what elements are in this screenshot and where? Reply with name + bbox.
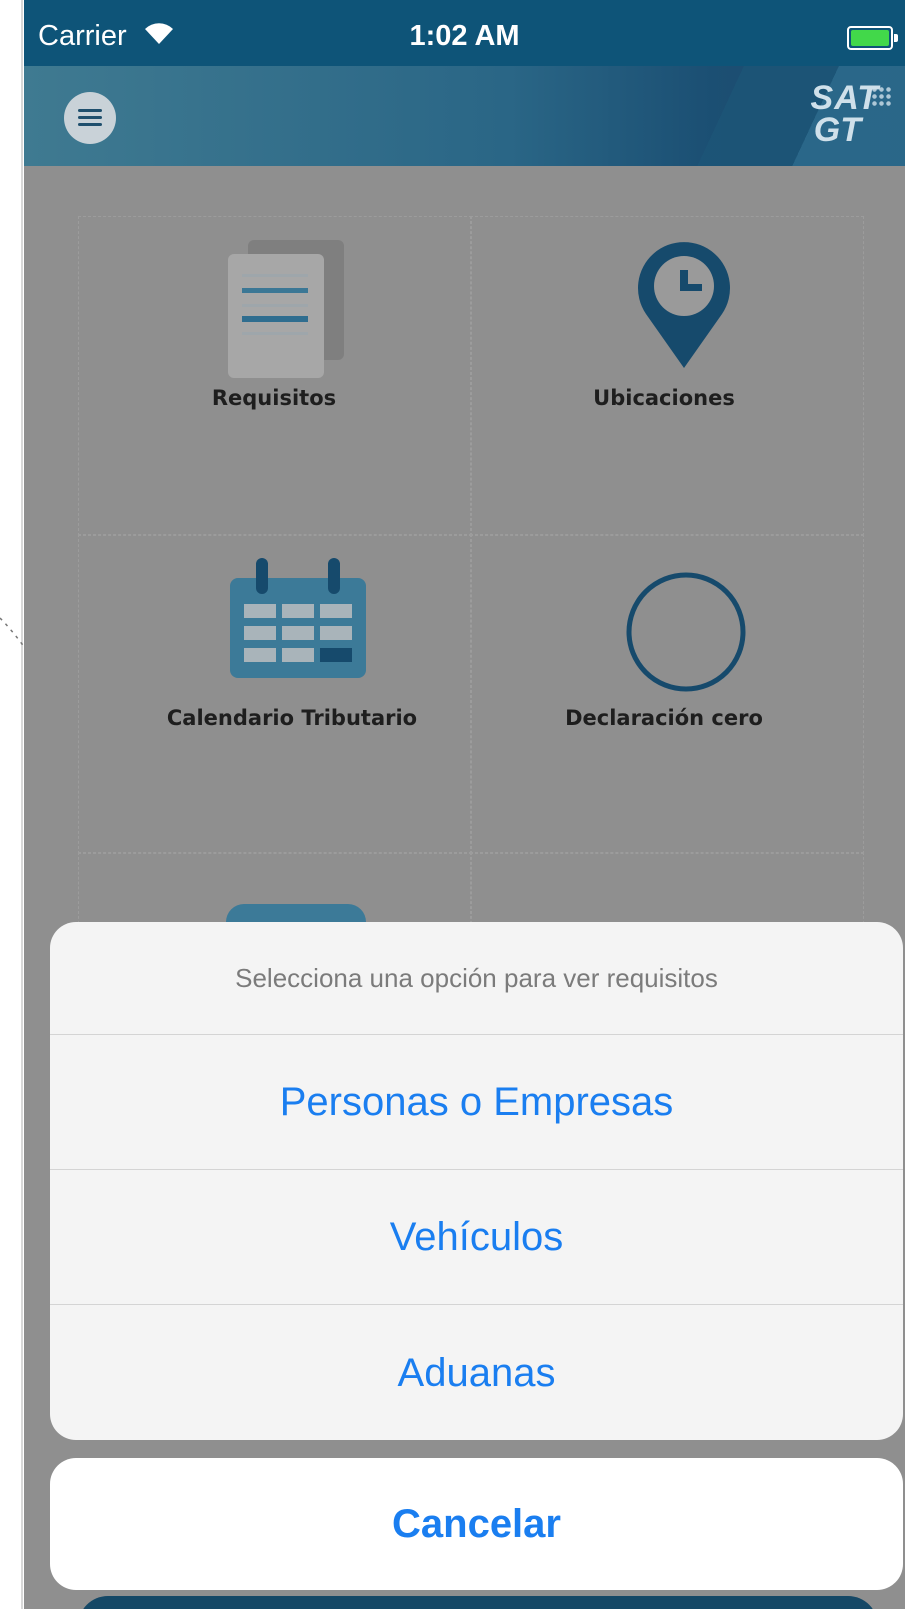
cancel-button[interactable]: Cancelar	[50, 1458, 903, 1590]
calendar-icon	[230, 558, 366, 678]
logo-text-sat: SAT	[810, 79, 879, 117]
tile-label-calendario: Calendario Tributario	[166, 706, 418, 730]
menu-grid: Requisitos Ubicaciones Calendario Tribut…	[78, 216, 878, 973]
hamburger-menu-button[interactable]	[64, 92, 116, 144]
action-sheet-title: Selecciona una opción para ver requisito…	[235, 962, 718, 993]
location-clock-pin-icon	[638, 242, 730, 368]
logo-dots	[871, 86, 893, 108]
tile-label-requisitos: Requisitos	[211, 386, 337, 410]
page-frame-edge	[21, 0, 23, 1609]
status-bar: Carrier 1:02 AM	[24, 0, 905, 66]
hamburger-icon	[78, 109, 102, 127]
option-vehiculos[interactable]: Vehículos	[50, 1169, 903, 1304]
option-personas-empresas[interactable]: Personas o Empresas	[50, 1034, 903, 1169]
phone-screen: Carrier 1:02 AM SAT GT Requisitos Ubicac…	[24, 0, 905, 1609]
documents-icon	[228, 240, 344, 378]
tile-label-declaracion: Declaración cero	[565, 706, 763, 730]
action-sheet: Selecciona una opción para ver requisito…	[50, 922, 903, 1440]
option-aduanas[interactable]: Aduanas	[50, 1304, 903, 1440]
circle-icon	[626, 572, 746, 692]
logo-text-gt: GT	[813, 111, 861, 149]
app-header: SAT GT	[24, 66, 905, 166]
clock: 1:02 AM	[409, 20, 520, 52]
battery-icon	[847, 26, 898, 50]
sat-gt-logo: SAT GT	[810, 79, 893, 149]
bottom-bar	[78, 1596, 878, 1609]
tile-label-ubicaciones: Ubicaciones	[593, 386, 735, 410]
